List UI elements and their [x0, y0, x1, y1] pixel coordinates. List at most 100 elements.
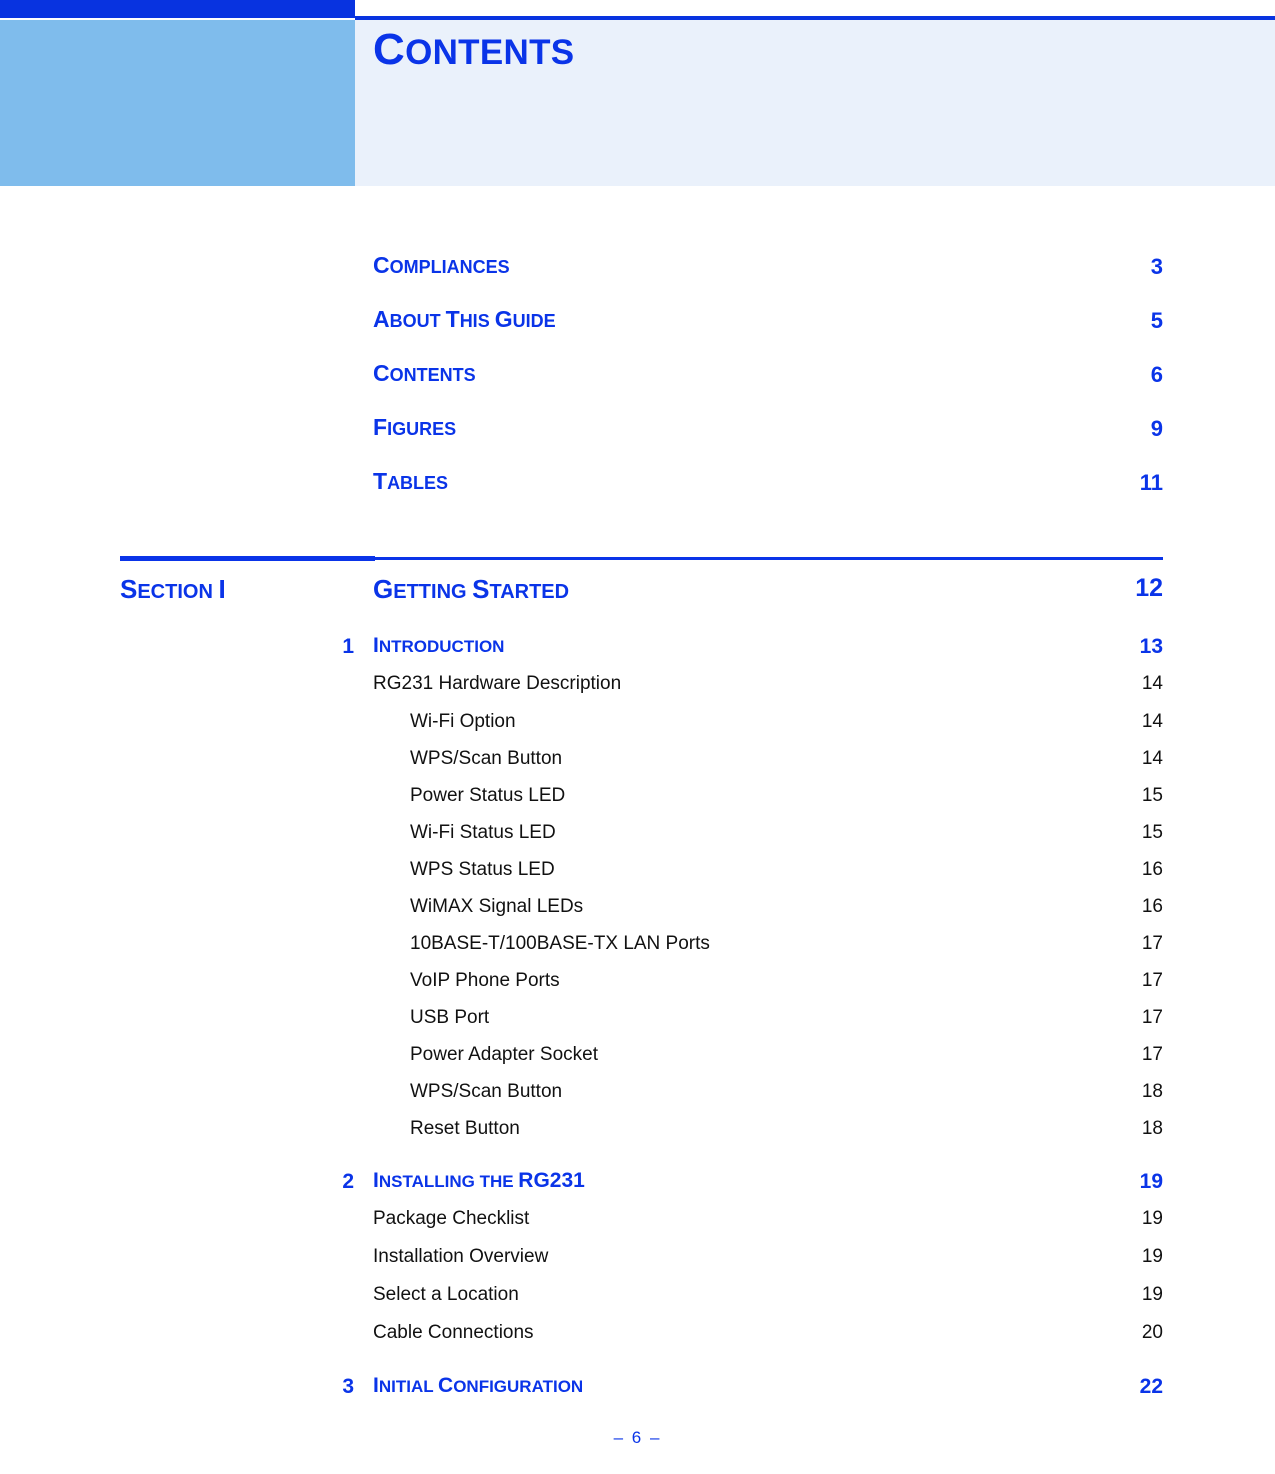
toc-entry-tables[interactable]: TABLES 11 — [0, 464, 1275, 518]
label-initial: C — [373, 252, 390, 278]
toc-entry-label: CONTENTS — [373, 360, 476, 387]
page-header: CONTENTS — [0, 0, 1275, 186]
chapter-title-rest: NSTALLING THE — [378, 1172, 519, 1191]
toc-entry-page: 15 — [1141, 822, 1163, 843]
toc-entry-page: 17 — [1141, 1044, 1163, 1065]
toc-chapter-initial-configuration[interactable]: 3 INITIAL CONFIGURATION 22 — [0, 1374, 1275, 1412]
toc-entry-page: 17 — [1141, 933, 1163, 954]
chapter-page: 13 — [1139, 635, 1163, 658]
toc-entry-label: FIGURES — [373, 414, 456, 441]
toc-entry[interactable]: Installation Overview 19 — [0, 1245, 1275, 1283]
toc-chapter-list: 1 INTRODUCTION 13 RG231 Hardware Descrip… — [0, 634, 1275, 1412]
toc-entry-page: 6 — [1150, 362, 1163, 387]
toc-entry-page: 5 — [1150, 308, 1163, 333]
toc-entry-page: 16 — [1141, 859, 1163, 880]
toc-entry-label: Power Status LED — [410, 785, 566, 806]
toc-entry-page: 18 — [1141, 1081, 1163, 1102]
toc-entry-label: Package Checklist — [373, 1208, 530, 1229]
toc-chapter-introduction[interactable]: 1 INTRODUCTION 13 — [0, 634, 1275, 672]
chapter-number: 3 — [342, 1375, 354, 1398]
toc-entry[interactable]: WPS Status LED 16 — [0, 858, 1275, 895]
toc-entry-label: 10BASE-T/100BASE-TX LAN Ports — [410, 933, 710, 954]
section-label-rest: ECTION — [137, 581, 219, 603]
toc-entry-label: Wi-Fi Option — [410, 711, 516, 732]
label-initial: T — [373, 468, 388, 494]
toc-entry-label: WPS/Scan Button — [410, 1081, 563, 1102]
toc-entry-label: TABLES — [373, 468, 448, 495]
chapter-title-initial-2: C — [438, 1374, 454, 1397]
toc-entry-label: COMPLIANCES — [373, 252, 510, 279]
toc-entry[interactable]: Wi-Fi Option 14 — [0, 710, 1275, 747]
section-title[interactable]: GETTING STARTED — [373, 574, 569, 605]
chapter-page: 19 — [1139, 1170, 1163, 1193]
toc-entry-figures[interactable]: FIGURES 9 — [0, 410, 1275, 464]
label-rest: IGURES — [387, 419, 457, 439]
label-rest-2: HIS — [459, 311, 495, 331]
chapter-title-model: RG231 — [518, 1169, 585, 1192]
toc-entry-page: 14 — [1141, 748, 1163, 769]
toc-entry-label: Installation Overview — [373, 1246, 549, 1267]
page-footer: – 6 – — [0, 1428, 1275, 1448]
section-label: SECTION I — [120, 574, 226, 605]
chapter-number: 2 — [342, 1170, 354, 1193]
section-rule-thick — [120, 556, 375, 561]
toc-entry-label: Wi-Fi Status LED — [410, 822, 556, 843]
toc-entry[interactable]: RG231 Hardware Description 14 — [0, 672, 1275, 710]
toc-entry[interactable]: WPS/Scan Button 14 — [0, 747, 1275, 784]
toc-entry[interactable]: Package Checklist 19 — [0, 1207, 1275, 1245]
toc-entry-page: 14 — [1141, 711, 1163, 732]
toc-entry-label: WPS Status LED — [410, 859, 555, 880]
label-rest-3: UIDE — [512, 311, 556, 331]
toc-entry[interactable]: VoIP Phone Ports 17 — [0, 969, 1275, 1006]
toc-entry[interactable]: Power Adapter Socket 17 — [0, 1043, 1275, 1080]
chapter-title-rest: NTRODUCTION — [378, 637, 505, 656]
toc-entry-contents[interactable]: CONTENTS 6 — [0, 356, 1275, 410]
toc-entry[interactable]: Power Status LED 15 — [0, 784, 1275, 821]
section-title-rest-2: TARTED — [489, 581, 570, 603]
toc-entry-page: 20 — [1141, 1322, 1163, 1343]
toc-entry-label: WPS/Scan Button — [410, 748, 563, 769]
toc-entry-page: 17 — [1141, 1007, 1163, 1028]
toc-entry-page: 3 — [1150, 254, 1163, 279]
toc-entry-label: USB Port — [410, 1007, 490, 1028]
toc-entry-compliances[interactable]: COMPLIANCES 3 — [0, 248, 1275, 302]
toc-chapter-installing-the-rg231[interactable]: 2 INSTALLING THE RG231 19 — [0, 1169, 1275, 1207]
section-label-initial: S — [120, 574, 138, 604]
section-title-initial: G — [373, 574, 394, 604]
section-title-rest: ETTING — [393, 581, 473, 603]
label-initial: C — [373, 360, 390, 386]
toc-entry[interactable]: WiMAX Signal LEDs 16 — [0, 895, 1275, 932]
chapter-title: INSTALLING THE RG231 — [373, 1169, 585, 1193]
toc-entry[interactable]: Reset Button 18 — [0, 1117, 1275, 1154]
toc-entry[interactable]: Select a Location 19 — [0, 1283, 1275, 1321]
toc-entry-label: Reset Button — [410, 1118, 520, 1139]
toc-entry-page: 19 — [1141, 1284, 1163, 1305]
toc-entry[interactable]: 10BASE-T/100BASE-TX LAN Ports 17 — [0, 932, 1275, 969]
toc-entry-page: 14 — [1141, 673, 1163, 694]
toc-entry[interactable]: USB Port 17 — [0, 1006, 1275, 1043]
label-initial: F — [373, 414, 388, 440]
label-rest: OMPLIANCES — [389, 257, 510, 277]
toc-entry[interactable]: WPS/Scan Button 18 — [0, 1080, 1275, 1117]
toc-entry-label: Select a Location — [373, 1284, 519, 1305]
section-title-initial-2: S — [472, 574, 490, 604]
label-rest: ABLES — [387, 473, 449, 493]
toc-entry-label: RG231 Hardware Description — [373, 673, 622, 694]
label-rest: BOUT — [389, 311, 446, 331]
toc-entry-page: 11 — [1139, 470, 1163, 495]
toc-entry-page: 19 — [1141, 1208, 1163, 1229]
section-page: 12 — [1135, 574, 1163, 602]
label-initial-3: G — [494, 306, 513, 332]
section-numeral: I — [218, 574, 226, 604]
chapter-title-rest: NITIAL — [378, 1377, 439, 1396]
page-title-initial: C — [373, 25, 406, 74]
chapter-title: INTRODUCTION — [373, 634, 504, 658]
toc-entry[interactable]: Cable Connections 20 — [0, 1321, 1275, 1359]
toc-entry-page: 16 — [1141, 896, 1163, 917]
chapter-number: 1 — [342, 635, 354, 658]
front-matter-list: COMPLIANCES 3 ABOUT THIS GUIDE 5 CONTENT… — [0, 248, 1275, 518]
footer-page-number: – 6 – — [613, 1428, 662, 1447]
toc-entry-page: 19 — [1141, 1246, 1163, 1267]
toc-entry[interactable]: Wi-Fi Status LED 15 — [0, 821, 1275, 858]
toc-entry-about-this-guide[interactable]: ABOUT THIS GUIDE 5 — [0, 302, 1275, 356]
